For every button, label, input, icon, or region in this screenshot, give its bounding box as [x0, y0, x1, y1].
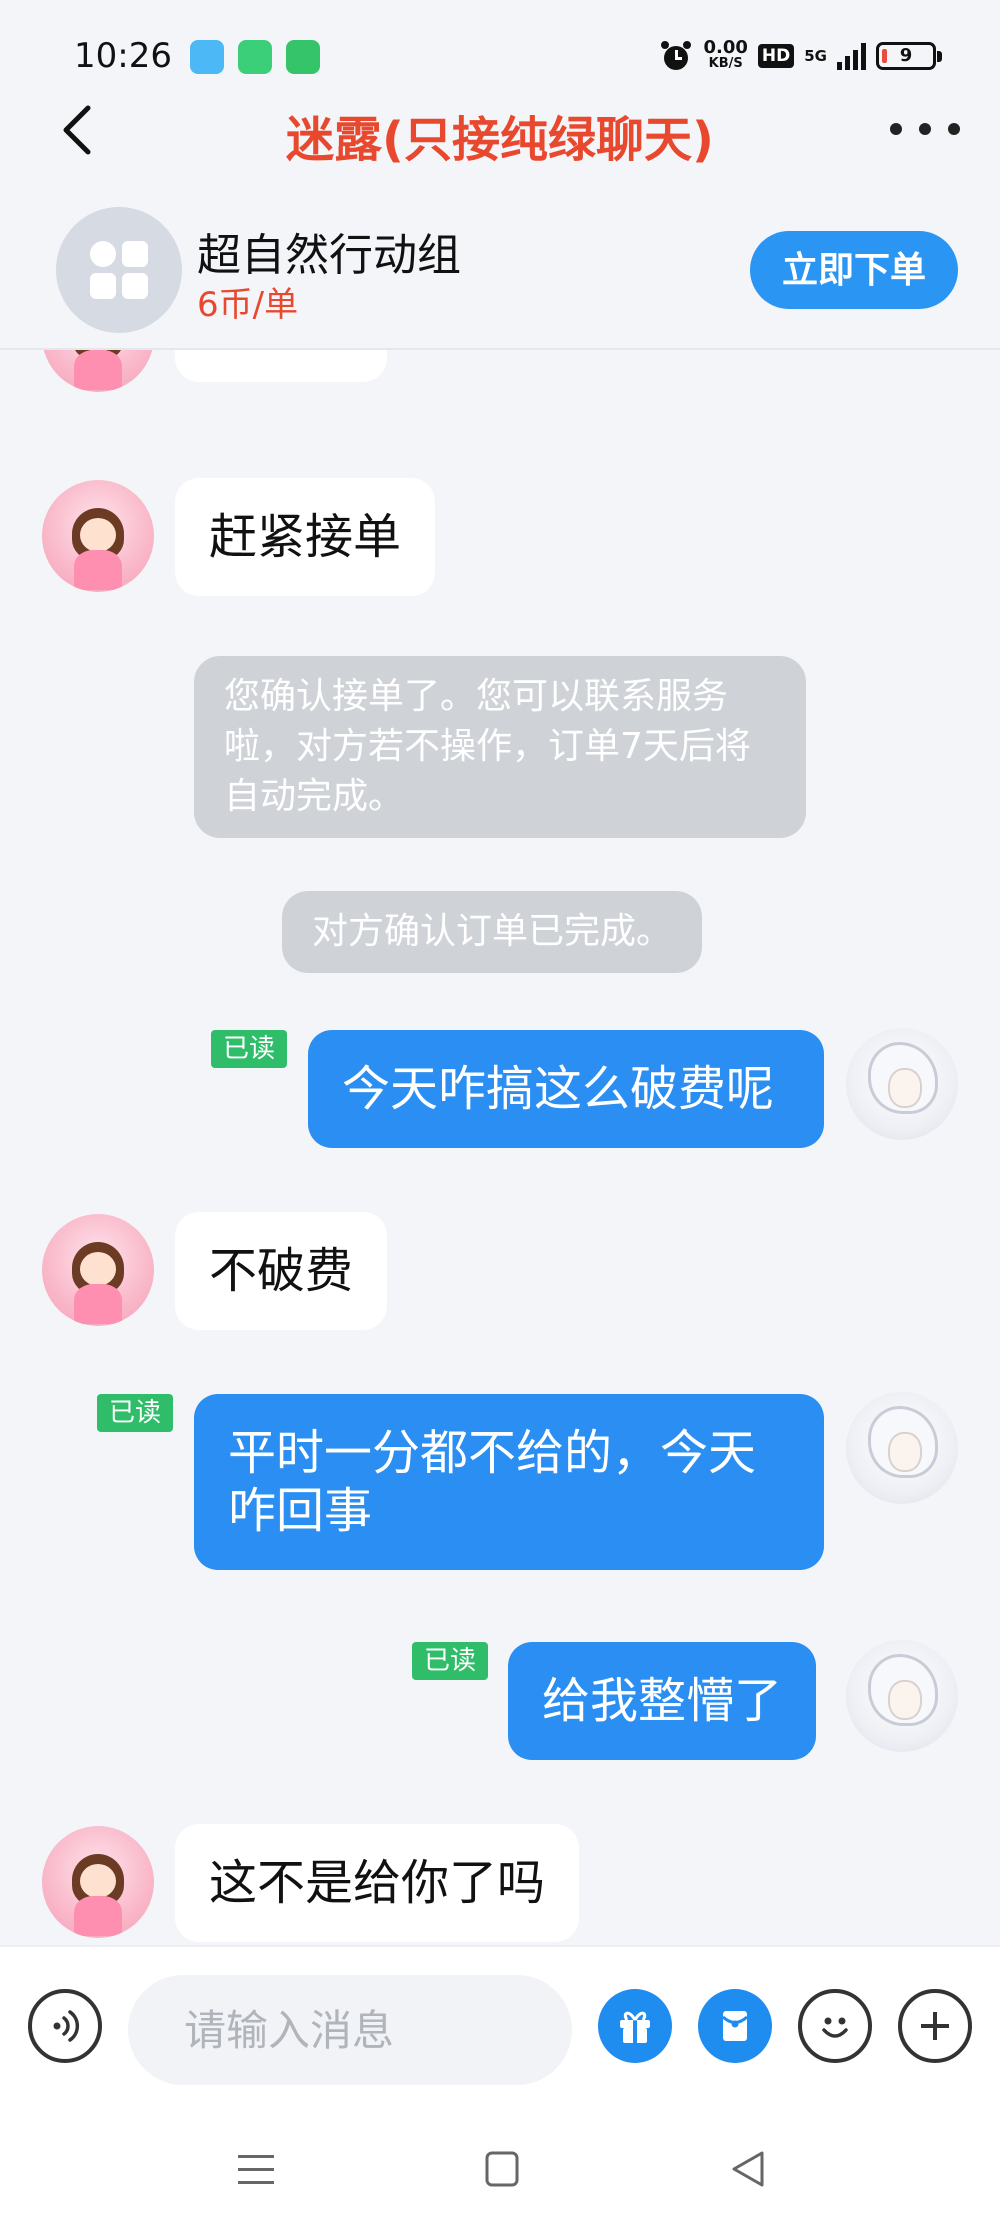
app-notification-icon	[190, 40, 224, 74]
read-status-badge: 已读	[412, 1642, 489, 1680]
system-message: 您确认接单了。您可以联系服务啦，对方若不操作，订单7天后将自动完成。	[194, 656, 806, 838]
user-avatar[interactable]	[846, 1640, 958, 1752]
message-notification-icon	[286, 40, 320, 74]
contact-avatar[interactable]	[42, 1214, 154, 1326]
plus-icon[interactable]	[898, 1989, 972, 2063]
system-nav-bar	[0, 2105, 1000, 2233]
contact-avatar[interactable]	[42, 480, 154, 592]
chat-header: 迷露(只接纯绿聊天)	[0, 80, 1000, 180]
incoming-message[interactable]: 这不是给你了吗	[175, 1824, 580, 1942]
service-card[interactable]: 超自然行动组 6币/单 立即下单	[0, 195, 1000, 350]
net-speed-unit: KB/S	[708, 56, 743, 71]
gift-icon[interactable]	[598, 1989, 672, 2063]
incoming-message[interactable]: 不破费	[175, 1212, 388, 1330]
order-now-button[interactable]: 立即下单	[750, 231, 958, 309]
home-icon[interactable]	[472, 2143, 532, 2195]
incoming-message[interactable]: 没怎么	[175, 350, 388, 382]
voice-icon[interactable]	[28, 1989, 102, 2063]
chat-messages[interactable]: 没怎么 赶紧接单 您确认接单了。您可以联系服务啦，对方若不操作，订单7天后将自动…	[0, 350, 1000, 1945]
message-input[interactable]	[128, 1975, 572, 2085]
more-dots-icon[interactable]	[890, 114, 960, 144]
read-status-badge: 已读	[211, 1030, 288, 1068]
read-status-badge: 已读	[97, 1394, 174, 1432]
outgoing-message[interactable]: 给我整懵了	[508, 1642, 817, 1760]
outgoing-message[interactable]: 平时一分都不给的，今天咋回事	[194, 1394, 824, 1570]
red-packet-icon[interactable]	[698, 1989, 772, 2063]
app-notification-icon	[238, 40, 272, 74]
service-name: 超自然行动组	[197, 230, 461, 281]
incoming-message[interactable]: 赶紧接单	[175, 478, 436, 596]
page-title: 迷露(只接纯绿聊天)	[286, 112, 714, 168]
signal-icon	[837, 42, 866, 70]
net-speed: 0.00 KB/S	[703, 37, 748, 72]
voice-wave-icon	[53, 2010, 80, 2042]
net-speed-value: 0.00	[703, 37, 748, 58]
system-message: 对方确认订单已完成。	[282, 891, 703, 973]
network-type: 5G	[804, 47, 827, 65]
battery-icon: 9	[876, 42, 942, 70]
input-bar	[0, 1945, 1000, 2105]
alarm-icon	[661, 41, 692, 70]
user-avatar[interactable]	[846, 1028, 958, 1140]
service-price: 6币/单	[197, 285, 299, 325]
emoji-icon[interactable]	[798, 1989, 872, 2063]
hd-badge: HD	[757, 44, 795, 68]
menu-icon[interactable]	[226, 2143, 286, 2195]
apps-grid-icon	[90, 241, 148, 299]
outgoing-message[interactable]: 今天咋搞这么破费呢	[308, 1030, 824, 1148]
user-avatar[interactable]	[846, 1392, 958, 1504]
status-indicators: 0.00 KB/S HD 5G 9	[659, 36, 942, 76]
contact-avatar[interactable]	[42, 1826, 154, 1938]
contact-avatar[interactable]	[42, 350, 154, 392]
service-avatar	[56, 207, 182, 333]
back-triangle-icon[interactable]	[720, 2143, 780, 2195]
status-time: 10:26	[74, 36, 172, 76]
